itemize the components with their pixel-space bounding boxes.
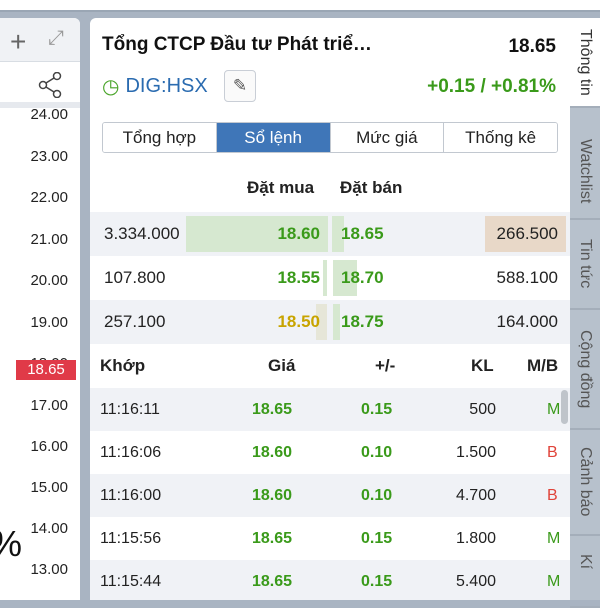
tab-tong-hop[interactable]: Tổng hợp — [103, 123, 217, 152]
trade-row: 11:16:00 18.60 0.10 4.700 B — [90, 474, 570, 517]
trade-time: 11:15:56 — [100, 530, 162, 547]
trade-time: 11:16:06 — [100, 444, 162, 461]
sell-header: Đặt bán — [340, 178, 403, 197]
col-side: M/B — [527, 356, 559, 375]
orderbook-row: 3.334.000 18.60 18.65 266.500 — [90, 212, 570, 256]
sell-volume: 266.500 — [496, 224, 558, 243]
scrollbar[interactable] — [561, 390, 568, 424]
axis-label: 22.00 — [30, 189, 68, 206]
axis-label: 17.00 — [30, 397, 68, 414]
trade-volume: 500 — [469, 401, 496, 418]
share-icon[interactable] — [38, 72, 62, 98]
trade-row: 11:16:06 18.60 0.10 1.500 B — [90, 431, 570, 474]
trade-side: M — [547, 530, 561, 547]
symbol: ◷ DIG:HSX — [102, 74, 208, 99]
side-tab-thong-tin[interactable]: Thông tin — [570, 18, 600, 108]
buy-price[interactable]: 18.60 — [277, 224, 320, 244]
axis-label: 15.00 — [30, 479, 68, 496]
side-tab-watchlist[interactable]: Watchlist — [570, 124, 600, 220]
axis-label: 14.00 — [30, 520, 68, 537]
side-tab-more[interactable]: Kí — [570, 538, 600, 608]
trade-volume: 1.500 — [455, 444, 496, 461]
buy-header: Đặt mua — [247, 178, 315, 197]
trade-volume: 1.800 — [455, 530, 496, 547]
buy-volume: 257.100 — [104, 312, 166, 331]
axis-label: 24.00 — [30, 106, 68, 123]
buy-price[interactable]: 18.55 — [277, 268, 320, 288]
trade-time: 11:16:11 — [100, 401, 160, 418]
tab-so-lenh[interactable]: Sổ lệnh — [216, 123, 331, 152]
trade-change: 0.15 — [361, 530, 393, 547]
trade-side: B — [547, 444, 558, 461]
sell-volume-bar — [333, 304, 340, 340]
trades-header: Khớp Giá +/- KL M/B — [90, 343, 570, 388]
axis-label: 23.00 — [30, 148, 68, 165]
trade-side: B — [547, 487, 558, 504]
plus-icon[interactable]: + — [10, 26, 26, 58]
edit-button[interactable]: ✎ — [224, 70, 256, 102]
trade-change: 0.10 — [361, 444, 393, 461]
trade-price: 18.60 — [252, 487, 293, 504]
axis-label: 19.00 — [30, 314, 68, 331]
trade-price: 18.60 — [252, 444, 293, 461]
symbol-label[interactable]: DIG:HSX — [125, 75, 207, 98]
buy-volume: 3.334.000 — [104, 224, 180, 243]
last-price: 18.65 — [508, 36, 556, 57]
axis-label: 16.00 — [30, 438, 68, 455]
axis-label: 13.00 — [30, 561, 68, 578]
trade-side: M — [547, 401, 561, 418]
company-title: Tổng CTCP Đầu tư Phát triể… — [102, 34, 372, 55]
chart-toolbar: + ⤢ — [0, 18, 80, 62]
clock-icon: ◷ — [102, 76, 120, 98]
current-price-tag: 18.65 — [16, 360, 76, 380]
trade-time: 11:15:44 — [100, 573, 162, 590]
trade-side: M — [547, 573, 561, 590]
trade-row: 11:15:44 18.65 0.15 5.400 M — [90, 560, 570, 600]
trade-volume: 5.400 — [455, 573, 496, 590]
trade-volume: 4.700 — [455, 487, 496, 504]
trade-row: 11:16:11 18.65 0.15 500 M — [90, 388, 570, 431]
sell-volume: 588.100 — [496, 268, 558, 287]
buy-volume-bar — [323, 260, 327, 296]
trade-price: 18.65 — [252, 530, 293, 547]
chart-panel: + ⤢ 24.0023.0022.0021.0020.0019.0018.001… — [0, 18, 80, 600]
info-panel: Tổng CTCP Đầu tư Phát triể… 18.65 ◷ DIG:… — [90, 18, 570, 600]
trade-change: 0.15 — [361, 573, 393, 590]
trade-price: 18.65 — [252, 401, 293, 418]
sell-price[interactable]: 18.75 — [341, 312, 384, 332]
buy-price[interactable]: 18.50 — [277, 312, 320, 332]
col-volume: KL — [471, 356, 494, 375]
sell-price[interactable]: 18.70 — [341, 268, 384, 288]
chart-toolbar-2 — [0, 62, 80, 108]
sell-price[interactable]: 18.65 — [341, 224, 384, 244]
buy-volume: 107.800 — [104, 268, 166, 287]
top-strip — [0, 0, 600, 12]
price-change: +0.15 / +0.81% — [427, 76, 556, 97]
tab-thong-ke[interactable]: Thống kê — [444, 123, 557, 152]
trade-change: 0.15 — [361, 401, 393, 418]
col-change: +/- — [375, 356, 396, 375]
col-price: Giá — [268, 356, 296, 375]
trade-change: 0.10 — [361, 487, 393, 504]
side-tab-tin-tuc[interactable]: Tin tức — [570, 220, 600, 310]
percent-text: % — [0, 523, 22, 565]
orderbook-row: 257.100 18.50 18.75 164.000 — [90, 300, 570, 344]
trade-time: 11:16:00 — [100, 487, 162, 504]
expand-icon[interactable]: ⤢ — [48, 27, 64, 50]
info-tabs: Tổng hợp Sổ lệnh Mức giá Thống kê — [102, 122, 558, 153]
axis-label: 21.00 — [30, 231, 68, 248]
tab-muc-gia[interactable]: Mức giá — [330, 123, 445, 152]
side-tab-canh-bao[interactable]: Cảnh báo — [570, 430, 600, 536]
sell-volume: 164.000 — [496, 312, 558, 331]
side-tab-cong-dong[interactable]: Cộng đồng — [570, 310, 600, 430]
orderbook-row: 107.800 18.55 18.70 588.100 — [90, 256, 570, 300]
col-time: Khớp — [100, 356, 146, 375]
axis-label: 20.00 — [30, 272, 68, 289]
side-tabs: Thông tin Watchlist Tin tức Cộng đồng Cả… — [570, 18, 600, 608]
trade-row: 11:15:56 18.65 0.15 1.800 M — [90, 517, 570, 560]
trade-price: 18.65 — [252, 573, 293, 590]
pencil-icon: ✎ — [232, 76, 248, 95]
